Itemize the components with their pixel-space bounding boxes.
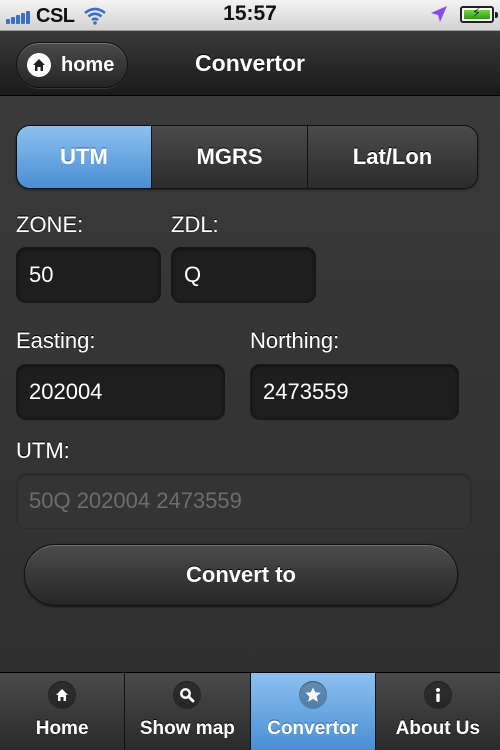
tab-home-label: Home: [35, 718, 89, 739]
tab-about-us-label: About Us: [395, 718, 481, 739]
star-icon: [298, 681, 327, 709]
home-icon: [48, 681, 77, 709]
status-right: [430, 5, 498, 23]
zdl-label: ZDL:: [171, 212, 219, 237]
main-content: UTM MGRS Lat/Lon ZONE: 50 ZDL: Q Easting…: [0, 96, 500, 672]
easting-label: Easting:: [16, 328, 96, 353]
segment-utm[interactable]: UTM: [17, 126, 151, 188]
northing-label: Northing:: [250, 328, 340, 353]
status-bar: CSL 15:57: [0, 0, 500, 31]
page-title: Convertor: [0, 50, 500, 77]
coordinate-type-selector: UTM MGRS Lat/Lon: [16, 125, 478, 189]
location-arrow-icon: [431, 6, 447, 22]
utm-label: UTM:: [16, 438, 70, 463]
zone-field[interactable]: 50: [16, 247, 161, 303]
zone-label: ZONE:: [16, 212, 84, 237]
tab-convertor-label: Convertor: [267, 718, 359, 739]
zdl-field[interactable]: Q: [171, 247, 316, 303]
convert-button[interactable]: Convert to: [24, 544, 458, 606]
tab-home[interactable]: Home: [0, 673, 125, 750]
search-icon: [173, 681, 202, 709]
battery-charging-icon: [460, 5, 498, 23]
tab-convertor[interactable]: Convertor: [249, 673, 375, 750]
easting-field[interactable]: 202004: [16, 364, 225, 420]
utm-result-field: 50Q 202004 2473559: [16, 473, 472, 529]
segment-mgrs[interactable]: MGRS: [151, 126, 307, 188]
segment-latlon[interactable]: Lat/Lon: [307, 126, 477, 188]
tab-bar: Home Show map Convertor About Us: [0, 672, 500, 750]
page-title-text: Convertor: [195, 50, 305, 76]
nav-bar: home Convertor: [0, 31, 500, 96]
tab-about-us[interactable]: About Us: [374, 673, 500, 750]
tab-show-map-label: Show map: [139, 718, 235, 739]
tab-show-map[interactable]: Show map: [124, 673, 250, 750]
info-icon: [423, 681, 452, 709]
northing-field[interactable]: 2473559: [250, 364, 459, 420]
status-time: 15:57: [223, 2, 277, 25]
